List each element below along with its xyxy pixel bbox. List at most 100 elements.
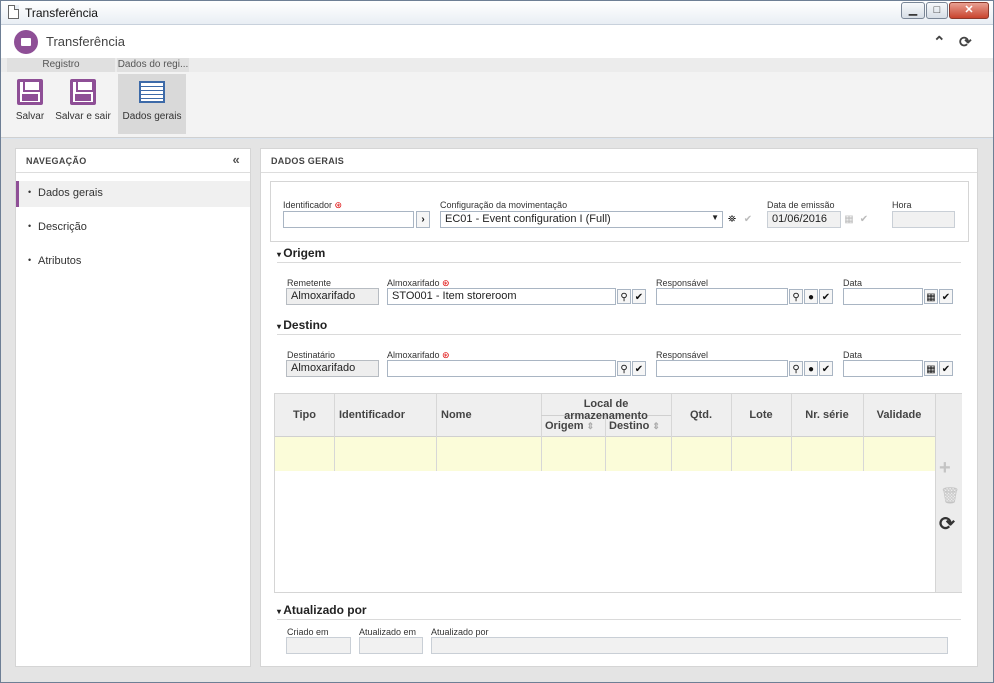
app-title: Transferência — [46, 34, 125, 49]
clear-date-icon[interactable]: ✔ — [857, 212, 871, 227]
criado-em-field — [286, 637, 351, 654]
app-header: Transferência ⌃ ⟳ — [1, 25, 993, 58]
search-icon[interactable]: ⚲ — [617, 289, 631, 304]
hora-input[interactable] — [892, 211, 955, 228]
content-header: DADOS GERAIS — [261, 149, 977, 173]
trash-icon[interactable]: 🗑 — [940, 486, 960, 506]
col-destino[interactable]: Destino ⇕ — [609, 420, 660, 432]
clear-icon[interactable]: ✔ — [741, 212, 755, 227]
close-button[interactable]: ✕ — [949, 2, 989, 19]
clear-icon[interactable]: ✔ — [819, 361, 833, 376]
atualizado-divider — [277, 619, 961, 620]
atualizado-por-field — [431, 637, 948, 654]
destino-data-input[interactable] — [843, 360, 923, 377]
nav-item-dados-gerais[interactable]: Dados gerais — [16, 181, 250, 207]
navigation-header: NAVEGAÇÃO « — [16, 149, 250, 173]
refresh-icon[interactable]: ⟳ — [939, 513, 955, 536]
origem-responsavel-input[interactable] — [656, 288, 788, 305]
search-icon[interactable]: ⚲ — [789, 361, 803, 376]
calendar-icon[interactable]: ▦ — [924, 289, 938, 304]
config-value: EC01 - Event configuration I (Full) — [445, 213, 611, 225]
clear-icon[interactable]: ✔ — [632, 289, 646, 304]
ribbon-group-registro: Registro — [7, 58, 115, 72]
destino-responsavel-label: Responsável — [656, 350, 709, 360]
destino-almox-input[interactable] — [387, 360, 616, 377]
minimize-button[interactable]: ▁ — [901, 2, 925, 19]
origem-section-title[interactable]: ▾ Origem — [277, 246, 325, 260]
sort-icon: ⇕ — [652, 421, 660, 431]
col-divider — [605, 415, 606, 471]
binoculars-icon[interactable]: ⛯ — [725, 212, 739, 227]
clear-icon[interactable]: ✔ — [632, 361, 646, 376]
criado-em-label: Criado em — [287, 627, 329, 637]
collapse-nav-icon[interactable]: « — [232, 152, 240, 167]
col-lote[interactable]: Lote — [731, 409, 791, 421]
destino-data-label: Data — [843, 350, 863, 360]
chevron-right-icon[interactable]: › — [416, 211, 430, 228]
col-origem[interactable]: Origem ⇕ — [545, 420, 594, 432]
config-select[interactable]: EC01 - Event configuration I (Full) ▼ — [440, 211, 723, 228]
calendar-icon[interactable]: ▦ — [924, 361, 938, 376]
clear-icon[interactable]: ✔ — [819, 289, 833, 304]
col-divider — [863, 394, 864, 471]
add-icon[interactable]: + — [939, 457, 951, 480]
search-icon[interactable]: ⚲ — [617, 361, 631, 376]
save-exit-button[interactable]: Salvar e sair — [54, 74, 112, 134]
maximize-button[interactable]: □ — [926, 2, 948, 19]
origem-data-input[interactable] — [843, 288, 923, 305]
remetente-field: Almoxarifado — [286, 288, 379, 305]
atualizado-em-label: Atualizado em — [359, 627, 417, 637]
col-identificador[interactable]: Identificador — [339, 409, 405, 421]
destino-responsavel-input[interactable] — [656, 360, 788, 377]
user-icon[interactable]: ● — [804, 289, 818, 304]
col-divider — [671, 394, 672, 471]
origem-responsavel-label: Responsável — [656, 278, 709, 288]
content-title: DADOS GERAIS — [271, 156, 345, 166]
col-group-local: Local de armazenamento — [564, 398, 648, 422]
atualizado-por-label: Atualizado por — [431, 627, 489, 637]
identificador-input[interactable] — [283, 211, 414, 228]
window-titlebar: Transferência ▁ □ ✕ — [1, 1, 993, 25]
remetente-label: Remetente — [287, 278, 332, 288]
ribbon-group-dados: Dados do regi... — [117, 58, 189, 72]
user-icon[interactable]: ● — [804, 361, 818, 376]
col-validade[interactable]: Validade — [863, 409, 935, 421]
col-qtd[interactable]: Qtd. — [671, 409, 731, 421]
double-chevron-up-icon[interactable]: ⌃ — [933, 33, 946, 51]
col-nome[interactable]: Nome — [441, 409, 472, 421]
save-button[interactable]: Salvar — [11, 74, 49, 134]
col-nr-serie[interactable]: Nr. série — [791, 409, 863, 421]
data-emissao-label: Data de emissão — [767, 200, 835, 210]
nav-item-descricao[interactable]: Descrição — [16, 215, 250, 241]
save-exit-icon — [70, 79, 96, 105]
origem-divider — [277, 262, 961, 263]
clear-icon[interactable]: ✔ — [939, 361, 953, 376]
dados-gerais-label: Dados gerais — [122, 111, 182, 122]
col-divider — [791, 394, 792, 471]
search-icon[interactable]: ⚲ — [789, 289, 803, 304]
dados-gerais-button[interactable]: Dados gerais — [118, 74, 186, 134]
navigation-title: NAVEGAÇÃO — [26, 156, 87, 166]
items-table: Tipo Identificador Nome Local de armazen… — [274, 393, 962, 593]
origem-almox-input[interactable]: STO001 - Item storeroom — [387, 288, 616, 305]
sort-icon: ⇕ — [586, 421, 595, 431]
refresh-icon[interactable]: ⟳ — [959, 33, 972, 51]
col-tipo[interactable]: Tipo — [275, 409, 334, 421]
col-divider — [731, 394, 732, 471]
data-emissao-input[interactable]: 01/06/2016 — [767, 211, 841, 228]
destino-section-title[interactable]: ▾ Destino — [277, 318, 327, 332]
document-icon — [8, 5, 19, 19]
save-exit-label: Salvar e sair — [55, 111, 111, 122]
window-title: Transferência — [25, 6, 98, 20]
destino-divider — [277, 334, 961, 335]
atualizado-section-title[interactable]: ▾ Atualizado por — [277, 603, 367, 617]
col-divider — [436, 394, 437, 471]
ribbon-toolbar: Salvar Salvar e sair Dados gerais — [1, 72, 993, 138]
nav-item-atributos[interactable]: Atributos — [16, 249, 250, 275]
dropdown-arrow-icon: ▼ — [711, 213, 719, 222]
destinatario-label: Destinatário — [287, 350, 336, 360]
clear-icon[interactable]: ✔ — [939, 289, 953, 304]
atualizado-em-field — [359, 637, 423, 654]
calendar-icon[interactable]: ▦ — [842, 212, 856, 227]
navigation-panel: NAVEGAÇÃO « Dados gerais Descrição Atrib… — [15, 148, 251, 667]
